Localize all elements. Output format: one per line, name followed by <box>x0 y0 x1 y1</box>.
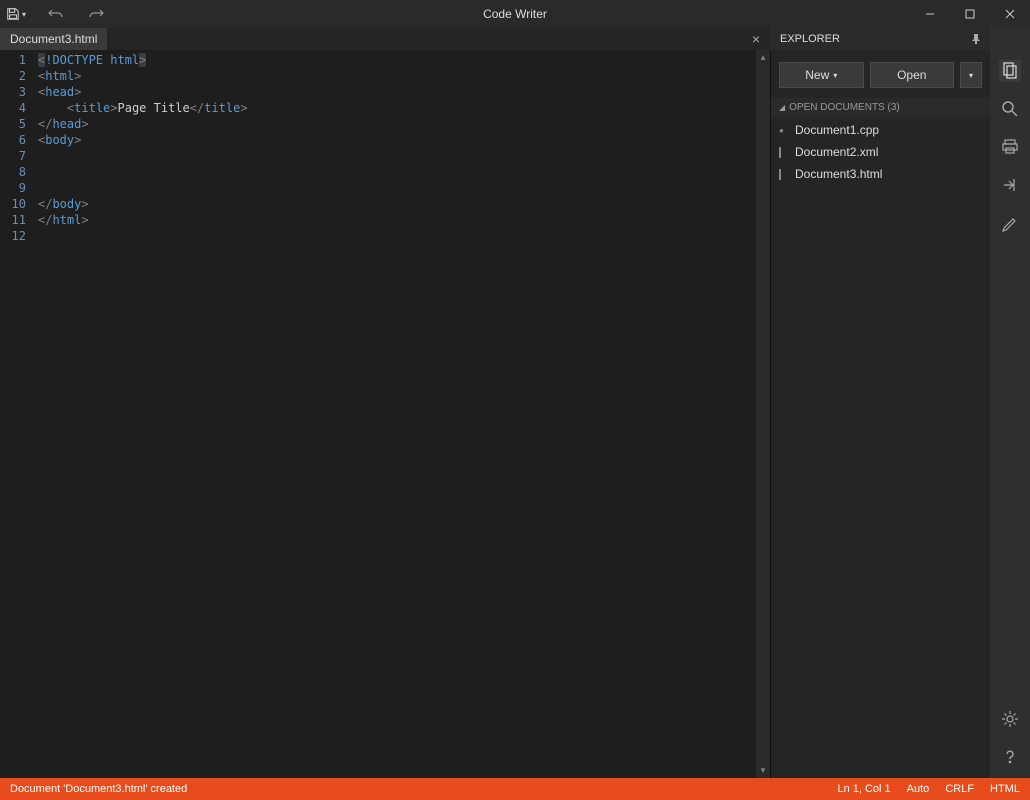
editor[interactable]: 123456789101112 <!DOCTYPE html><html><he… <box>0 50 770 778</box>
save-dropdown[interactable]: ▾ <box>6 7 26 21</box>
print-button[interactable] <box>999 136 1021 158</box>
code-line[interactable] <box>38 180 756 196</box>
status-message: Document 'Document3.html' created <box>10 783 837 795</box>
explorer-title: EXPLORER <box>780 33 840 45</box>
chevron-down-icon: ▾ <box>22 10 26 19</box>
line-number: 4 <box>0 100 26 116</box>
line-number: 1 <box>0 52 26 68</box>
right-sidebar <box>990 50 1030 778</box>
line-number: 12 <box>0 228 26 244</box>
titlebar: ▾ Code Writer <box>0 0 1030 28</box>
app-title: Code Writer <box>0 7 1030 21</box>
gear-icon <box>1001 710 1019 728</box>
undo-icon <box>48 8 64 20</box>
open-button-label: Open <box>897 68 926 82</box>
new-button-label: New <box>805 68 829 82</box>
line-number: 8 <box>0 164 26 180</box>
titlebar-left-controls: ▾ <box>0 4 106 24</box>
search-icon <box>1001 100 1019 118</box>
undo-button[interactable] <box>46 4 66 24</box>
share-icon <box>1001 176 1019 194</box>
document-icon <box>779 170 787 179</box>
status-position[interactable]: Ln 1, Col 1 <box>837 783 890 795</box>
file-list: ● Document1.cpp Document2.xml Document3.htm… <box>771 117 990 187</box>
close-button[interactable] <box>990 0 1030 28</box>
file-name: Document2.xml <box>795 145 878 159</box>
code-line[interactable]: <title>Page Title</title> <box>38 100 756 116</box>
main: 123456789101112 <!DOCTYPE html><html><he… <box>0 50 1030 778</box>
settings-button[interactable] <box>999 708 1021 730</box>
code-line[interactable]: <html> <box>38 68 756 84</box>
file-item[interactable]: ● Document1.cpp <box>771 119 990 141</box>
open-documents-header[interactable]: ◢ OPEN DOCUMENTS (3) <box>771 98 990 117</box>
help-icon <box>1001 748 1019 766</box>
code-line[interactable] <box>38 228 756 244</box>
pin-icon[interactable] <box>972 34 980 44</box>
minimize-button[interactable] <box>910 0 950 28</box>
edit-button[interactable] <box>999 212 1021 234</box>
pencil-icon <box>1001 214 1019 232</box>
statusbar: Document 'Document3.html' created Ln 1, … <box>0 778 1030 800</box>
document-icon <box>779 148 787 157</box>
scroll-down-icon[interactable]: ▾ <box>756 765 770 776</box>
redo-button[interactable] <box>86 4 106 24</box>
open-button[interactable]: Open <box>870 62 955 88</box>
status-lang[interactable]: HTML <box>990 783 1020 795</box>
share-button[interactable] <box>999 174 1021 196</box>
explorer-buttons: New ▾ Open ▾ <box>771 50 990 98</box>
close-icon <box>1005 9 1015 19</box>
tab-close-button[interactable]: × <box>746 31 766 47</box>
help-button[interactable] <box>999 746 1021 768</box>
explorer-header: EXPLORER <box>770 28 990 50</box>
window-controls <box>910 0 1030 28</box>
triangle-down-icon: ◢ <box>779 103 785 112</box>
chevron-down-icon: ▾ <box>969 71 973 80</box>
vertical-scrollbar[interactable]: ▴ ▾ <box>756 50 770 778</box>
unsaved-indicator-icon: ● <box>779 126 787 135</box>
maximize-icon <box>965 9 975 19</box>
open-documents-label: OPEN DOCUMENTS (3) <box>789 102 900 113</box>
search-button[interactable] <box>999 98 1021 120</box>
tab-document[interactable]: Document3.html <box>0 28 107 50</box>
code-line[interactable]: <body> <box>38 132 756 148</box>
tab-label: Document3.html <box>10 32 97 46</box>
line-number-gutter: 123456789101112 <box>0 50 32 778</box>
code-line[interactable]: <head> <box>38 84 756 100</box>
documents-icon <box>1001 62 1019 80</box>
line-number: 11 <box>0 212 26 228</box>
redo-icon <box>88 8 104 20</box>
code-line[interactable]: </head> <box>38 116 756 132</box>
line-number: 2 <box>0 68 26 84</box>
line-number: 10 <box>0 196 26 212</box>
status-eol[interactable]: CRLF <box>945 783 974 795</box>
documents-button[interactable] <box>999 60 1021 82</box>
line-number: 5 <box>0 116 26 132</box>
code-line[interactable]: </body> <box>38 196 756 212</box>
code-line[interactable] <box>38 148 756 164</box>
sidebar-header-spacer <box>990 28 1030 50</box>
minimize-icon <box>925 9 935 19</box>
print-icon <box>1001 138 1019 156</box>
file-name: Document1.cpp <box>795 123 879 137</box>
explorer-panel: New ▾ Open ▾ ◢ OPEN DOCUMENTS (3) ● Docum… <box>770 50 990 778</box>
code-line[interactable]: <!DOCTYPE html> <box>38 52 756 68</box>
code-line[interactable]: </html> <box>38 212 756 228</box>
new-button[interactable]: New ▾ <box>779 62 864 88</box>
maximize-button[interactable] <box>950 0 990 28</box>
chevron-down-icon: ▾ <box>833 71 837 80</box>
status-indent[interactable]: Auto <box>907 783 930 795</box>
line-number: 9 <box>0 180 26 196</box>
code-line[interactable] <box>38 164 756 180</box>
line-number: 3 <box>0 84 26 100</box>
line-number: 6 <box>0 132 26 148</box>
open-dropdown-button[interactable]: ▾ <box>960 62 982 88</box>
file-item[interactable]: Document2.xml <box>771 141 990 163</box>
file-item[interactable]: Document3.html <box>771 163 990 185</box>
save-icon <box>6 7 20 21</box>
code-area[interactable]: <!DOCTYPE html><html><head> <title>Page … <box>32 50 756 778</box>
file-name: Document3.html <box>795 167 882 181</box>
line-number: 7 <box>0 148 26 164</box>
tabbar: Document3.html × <box>0 28 770 50</box>
scroll-up-icon[interactable]: ▴ <box>756 52 770 63</box>
